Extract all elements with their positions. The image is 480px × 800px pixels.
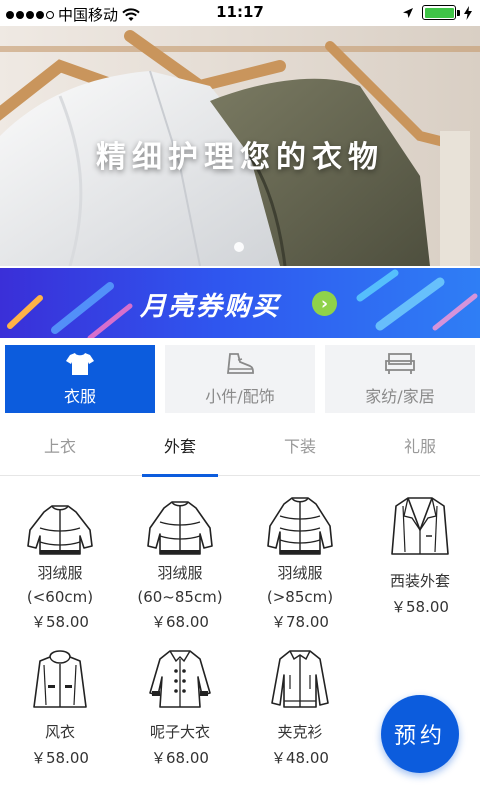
product-name: 呢子大衣 [149,723,210,741]
tshirt-icon [66,351,94,377]
status-right [402,5,472,20]
coupon-banner[interactable]: 月亮券购买 › [0,268,480,338]
jacket-icon [240,639,360,711]
down-jacket-short-icon [0,486,120,558]
product-item[interactable]: 羽绒服 (60~85cm) ￥68.00 [120,486,240,632]
product-price: ￥68.00 [151,613,209,631]
product-price: ￥68.00 [151,749,209,767]
shoe-icon [226,351,254,377]
category-accessories[interactable]: 小件/配饰 [165,345,315,413]
category-selector: 衣服 小件/配饰 家纺/家居 [5,345,475,413]
subcategory-tabs: 上衣 外套 下装 礼服 [0,414,480,477]
product-price: ￥48.00 [271,749,329,767]
product-name: 羽绒服 [37,564,83,582]
product-name: 夹克衫 [277,723,323,741]
banner-title: 月亮券购买 [140,292,281,322]
charging-bolt-icon [464,5,472,20]
category-label: 小件/配饰 [205,387,275,406]
product-item[interactable]: 风衣 ￥58.00 [0,639,120,768]
hero-carousel[interactable]: 精细护理您的衣物 [0,26,480,266]
suit-jacket-icon [360,486,480,558]
product-name: 风衣 [44,723,75,741]
carousel-indicator[interactable] [234,242,244,252]
category-label: 家纺/家居 [365,387,435,406]
product-item[interactable]: 羽绒服 (>85cm) ￥78.00 [240,486,360,632]
category-label: 衣服 [63,387,96,406]
product-name: 羽绒服 [277,564,323,582]
status-bar: 中国移动 11:17 [0,0,480,26]
product-item[interactable]: 西装外套 ￥58.00 [360,486,480,617]
chevron-right-icon[interactable]: › [312,291,337,316]
product-item[interactable]: 夹克衫 ￥48.00 [240,639,360,768]
product-size: (>85cm) [266,588,334,606]
tab-tops[interactable]: 上衣 [0,414,120,476]
product-price: ￥58.00 [31,613,89,631]
product-price: ￥58.00 [391,598,449,616]
product-item[interactable]: 羽绒服 (<60cm) ￥58.00 [0,486,120,632]
product-price: ￥78.00 [271,613,329,631]
tab-formalwear[interactable]: 礼服 [360,414,480,476]
product-item[interactable]: 呢子大衣 ￥68.00 [120,639,240,768]
category-clothes[interactable]: 衣服 [5,345,155,413]
product-size: (60~85cm) [137,588,223,606]
down-jacket-long-icon [240,486,360,558]
down-jacket-medium-icon [120,486,240,558]
product-name: 羽绒服 [157,564,203,582]
product-price: ￥58.00 [31,749,89,767]
tab-outerwear[interactable]: 外套 [120,414,240,477]
book-button[interactable]: 预约 [381,695,459,773]
product-name: 西装外套 [389,572,450,590]
location-arrow-icon [403,7,413,18]
category-home-textiles[interactable]: 家纺/家居 [325,345,475,413]
sofa-icon [385,351,415,377]
tab-bottoms[interactable]: 下装 [240,414,360,476]
wool-coat-icon [120,639,240,711]
battery-icon [422,5,460,20]
product-size: (<60cm) [26,588,94,606]
hooded-windbreaker-icon [0,639,120,711]
hero-title: 精细护理您的衣物 [96,140,384,175]
